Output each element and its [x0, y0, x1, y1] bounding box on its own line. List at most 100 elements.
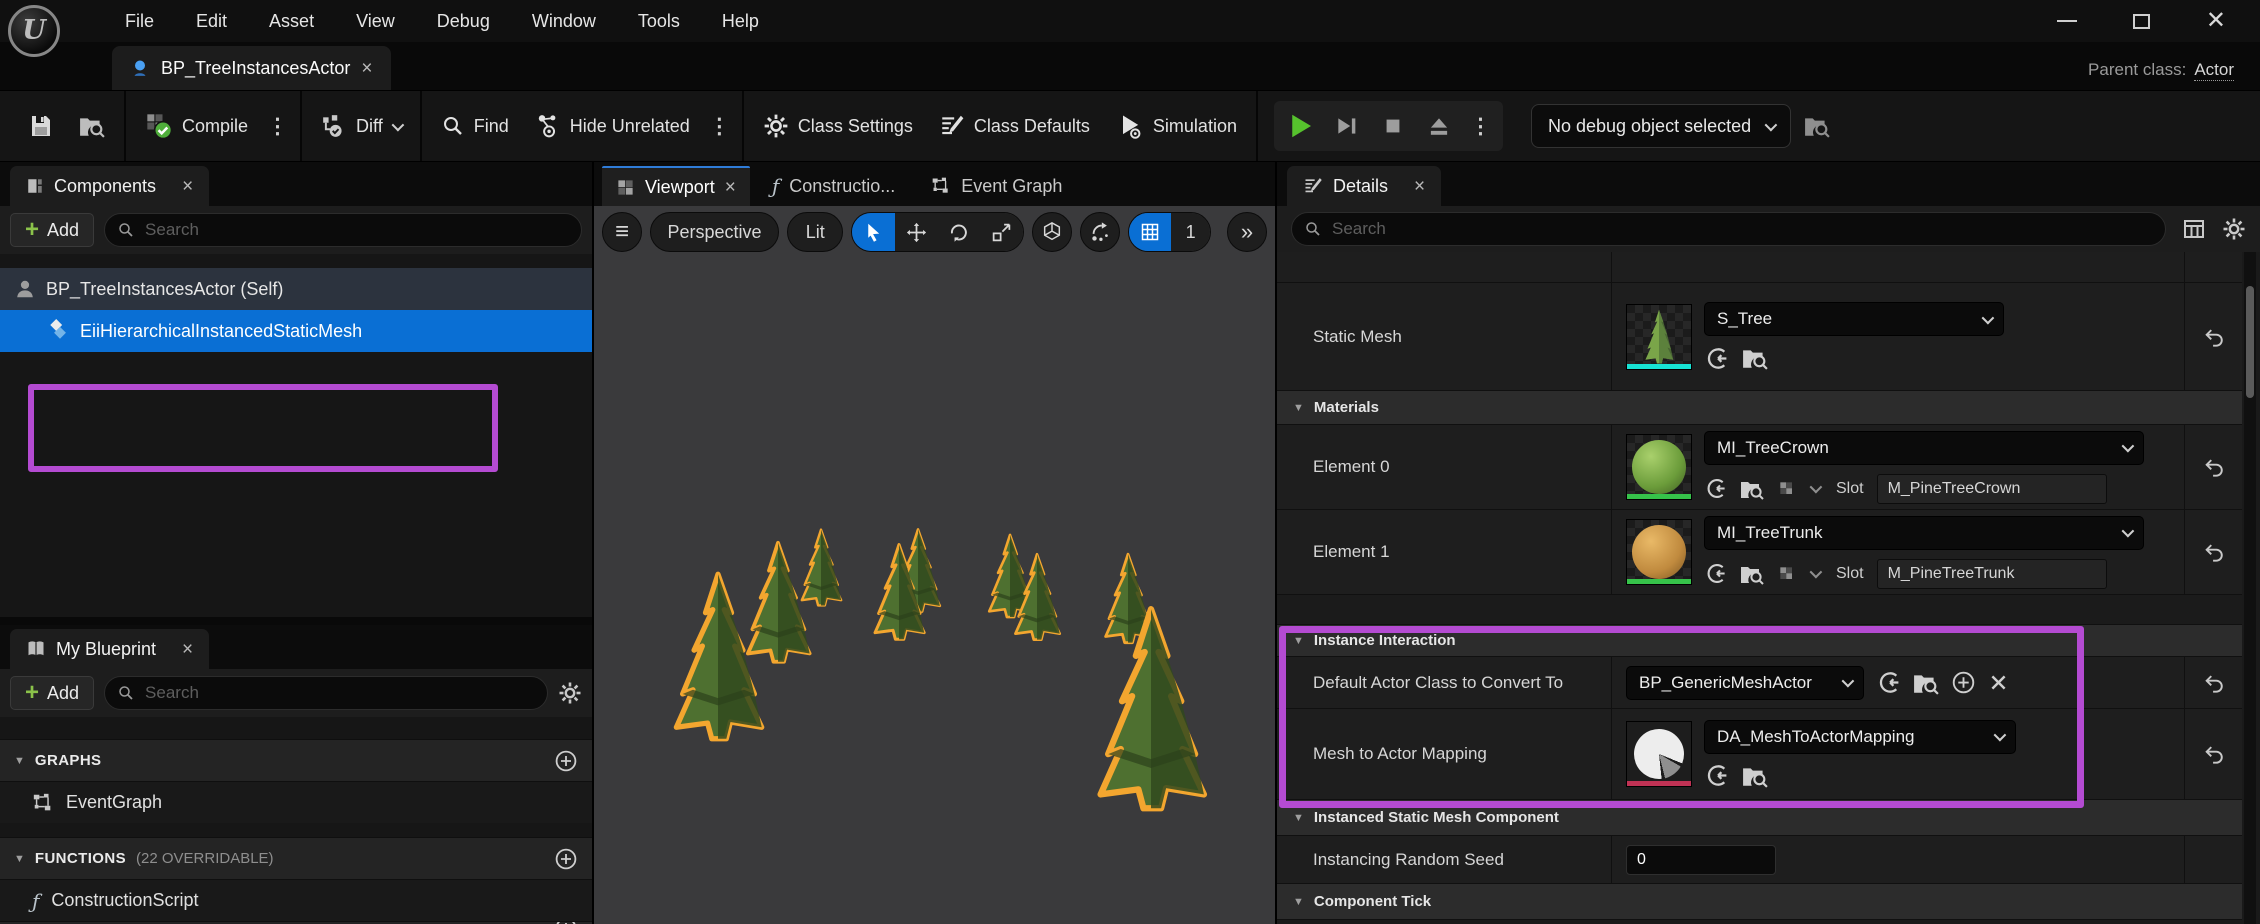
element0-thumbnail[interactable] — [1626, 434, 1692, 500]
hide-unrelated-button[interactable]: Hide Unrelated — [522, 103, 703, 149]
browse-to-asset-icon[interactable] — [1740, 477, 1764, 501]
default-actor-class-dropdown[interactable]: BP_GenericMeshActor — [1626, 666, 1864, 700]
move-tool-button[interactable] — [895, 213, 938, 251]
use-selected-asset-icon[interactable] — [1704, 346, 1729, 371]
close-icon[interactable]: × — [1414, 177, 1425, 196]
revert-button[interactable] — [2184, 283, 2242, 390]
simulation-button[interactable]: Simulation — [1103, 103, 1250, 149]
grid-snap-value[interactable]: 1 — [1171, 213, 1210, 251]
use-selected-asset-icon[interactable] — [1704, 477, 1727, 500]
details-settings-gear-icon[interactable] — [2222, 217, 2246, 241]
viewport-menu-button[interactable]: ≡ — [602, 212, 642, 252]
diff-button[interactable]: Diff — [308, 103, 414, 149]
element1-material-dropdown[interactable]: MI_TreeTrunk — [1704, 516, 2144, 550]
add-graph-icon[interactable] — [554, 749, 578, 773]
make-new-asset-icon[interactable] — [1951, 670, 1976, 695]
details-search-input[interactable] — [1332, 219, 2153, 239]
browse-to-asset-icon[interactable] — [1913, 670, 1939, 696]
class-defaults-button[interactable]: Class Defaults — [926, 103, 1103, 149]
expand-toolbar-button[interactable]: » — [1227, 212, 1267, 252]
chevron-down-icon[interactable] — [1810, 566, 1823, 579]
component-row-self[interactable]: BP_TreeInstancesActor (Self) — [0, 268, 592, 310]
components-search[interactable] — [104, 213, 582, 247]
close-icon[interactable]: ✕ — [2206, 9, 2226, 33]
mapping-thumbnail[interactable] — [1626, 721, 1692, 787]
menu-window[interactable]: Window — [511, 4, 617, 39]
perspective-dropdown[interactable]: Perspective — [650, 212, 779, 252]
menu-view[interactable]: View — [335, 4, 416, 39]
instance-interaction-section-header[interactable]: ▼ Instance Interaction — [1277, 625, 2242, 657]
add-component-button[interactable]: + Add — [10, 213, 94, 247]
details-scrollbar[interactable] — [2244, 252, 2256, 924]
chevron-down-icon[interactable] — [1810, 481, 1823, 494]
instancing-random-seed-field[interactable] — [1626, 845, 1776, 875]
element0-slot-name-field[interactable] — [1877, 474, 2107, 504]
add-function-icon[interactable] — [554, 847, 578, 871]
material-options-icon[interactable] — [1777, 564, 1797, 584]
tree-instances[interactable] — [594, 206, 1275, 924]
settings-gear-icon[interactable] — [558, 681, 582, 705]
element1-slot-name-field[interactable] — [1877, 559, 2107, 589]
compile-options-icon[interactable]: ⋮ — [261, 116, 294, 137]
scrollbar-thumb[interactable] — [2246, 286, 2254, 398]
ismc-section-header[interactable]: ▼ Instanced Static Mesh Component — [1277, 800, 2242, 836]
materials-section-header[interactable]: ▼ Materials — [1277, 391, 2242, 425]
debug-browse-button[interactable] — [1791, 103, 1843, 149]
browse-asset-button[interactable] — [66, 103, 118, 149]
save-button[interactable] — [16, 103, 66, 149]
components-search-input[interactable] — [145, 220, 569, 240]
lit-dropdown[interactable]: Lit — [787, 212, 843, 252]
material-options-icon[interactable] — [1777, 479, 1797, 499]
revert-button[interactable] — [2184, 709, 2242, 799]
add-blueprint-item-button[interactable]: + Add — [10, 676, 94, 710]
parent-class-link[interactable]: Actor — [2194, 60, 2234, 81]
event-graph-row[interactable]: EventGraph — [0, 781, 592, 823]
use-selected-asset-icon[interactable] — [1704, 562, 1727, 585]
close-tab-icon[interactable]: × — [361, 59, 372, 78]
menu-tools[interactable]: Tools — [617, 4, 701, 39]
menu-asset[interactable]: Asset — [248, 4, 335, 39]
class-settings-button[interactable]: Class Settings — [750, 103, 926, 149]
viewport-canvas[interactable]: ≡ Perspective Lit 1 » — [594, 206, 1275, 924]
compile-button[interactable]: Compile — [132, 103, 261, 149]
tab-construction-script[interactable]: ƒ Constructio... — [758, 166, 909, 206]
functions-section-header[interactable]: ▼ FUNCTIONS (22 OVERRIDABLE) — [0, 837, 592, 879]
tab-viewport[interactable]: Viewport × — [602, 166, 750, 206]
tree-instance[interactable] — [676, 529, 1204, 808]
play-button[interactable] — [1280, 105, 1322, 147]
construction-script-row[interactable]: ƒ ConstructionScript — [0, 879, 592, 921]
use-selected-asset-icon[interactable] — [1704, 763, 1729, 788]
tab-my-blueprint[interactable]: My Blueprint × — [10, 629, 209, 669]
tab-components[interactable]: Components × — [10, 166, 209, 206]
grid-snap-toggle[interactable] — [1129, 213, 1172, 251]
component-tick-section-header[interactable]: ▼ Component Tick — [1277, 884, 2242, 920]
component-row-selected[interactable]: EiiHierarchicalInstancedStaticMesh — [0, 310, 592, 352]
tab-details[interactable]: Details × — [1287, 166, 1441, 206]
horizontal-splitter[interactable] — [0, 617, 592, 625]
static-mesh-thumbnail[interactable] — [1626, 304, 1692, 370]
details-search[interactable] — [1291, 212, 2166, 246]
close-icon[interactable]: × — [725, 178, 736, 197]
hide-unrelated-options-icon[interactable]: ⋮ — [703, 116, 736, 137]
debug-object-dropdown[interactable]: No debug object selected — [1531, 104, 1791, 148]
menu-debug[interactable]: Debug — [416, 4, 511, 39]
surface-snapping-button[interactable] — [1080, 212, 1120, 252]
menu-file[interactable]: File — [104, 4, 175, 39]
element0-material-dropdown[interactable]: MI_TreeCrown — [1704, 431, 2144, 465]
close-icon[interactable]: × — [182, 177, 193, 196]
revert-button[interactable] — [2184, 425, 2242, 509]
revert-button[interactable] — [2184, 510, 2242, 594]
menu-help[interactable]: Help — [701, 4, 780, 39]
close-icon[interactable]: × — [182, 640, 193, 659]
frame-skip-button[interactable] — [1326, 105, 1368, 147]
unreal-logo-icon[interactable]: U — [8, 5, 60, 57]
display-filter-icon[interactable] — [2182, 217, 2206, 241]
scale-tool-button[interactable] — [980, 213, 1023, 251]
find-button[interactable]: Find — [428, 103, 522, 149]
clear-icon[interactable] — [1988, 672, 2009, 693]
browse-to-asset-icon[interactable] — [1740, 562, 1764, 586]
asset-tab-bp-treeinstancesactor[interactable]: BP_TreeInstancesActor × — [112, 46, 391, 90]
play-options-icon[interactable]: ⋮ — [1464, 116, 1497, 137]
revert-button[interactable] — [2184, 657, 2242, 708]
mapping-dropdown[interactable]: DA_MeshToActorMapping — [1704, 720, 2016, 754]
